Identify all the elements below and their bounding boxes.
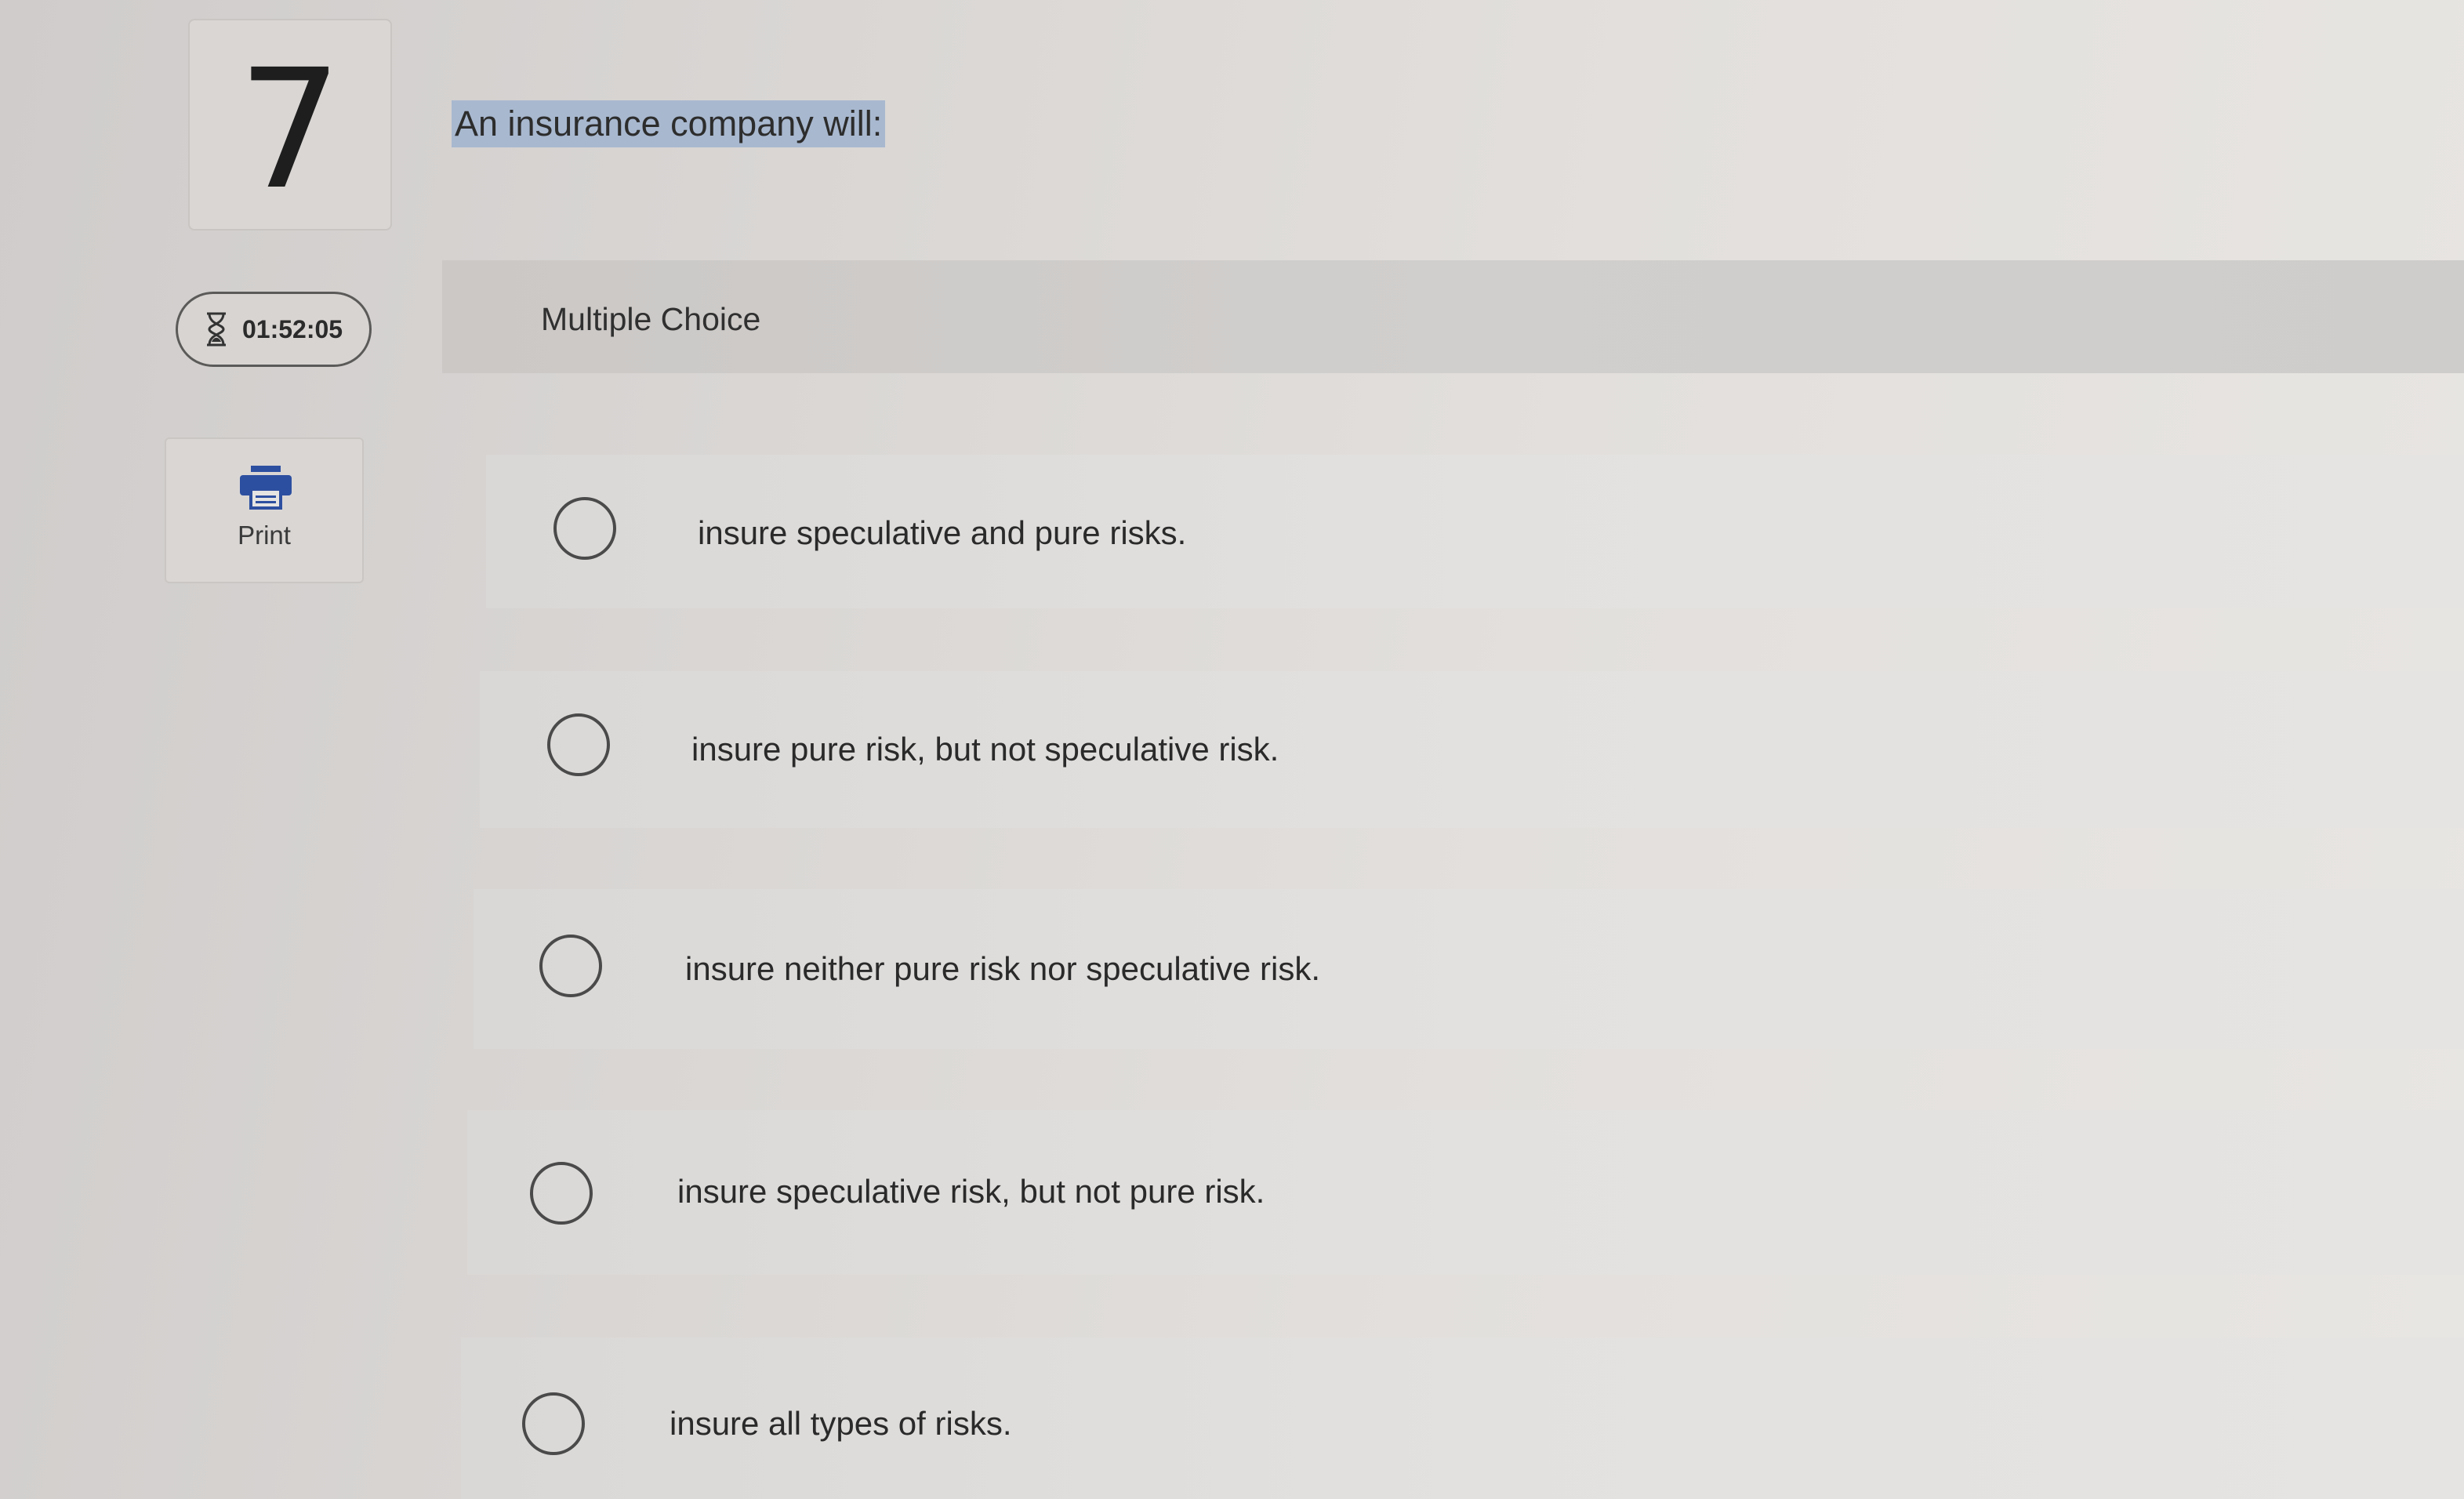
- question-number: 7: [238, 34, 343, 226]
- question-type-label: Multiple Choice: [541, 301, 761, 337]
- printer-icon: [238, 466, 293, 514]
- print-label: Print: [238, 521, 291, 550]
- timer-badge[interactable]: 01:52:05: [176, 292, 372, 367]
- radio-button[interactable]: [547, 713, 610, 776]
- answer-option[interactable]: insure pure risk, but not speculative ri…: [480, 671, 2464, 828]
- answer-option[interactable]: insure neither pure risk nor speculative…: [474, 889, 2464, 1049]
- answer-option[interactable]: insure speculative risk, but not pure ri…: [467, 1110, 2464, 1275]
- answer-option-text: insure speculative risk, but not pure ri…: [677, 1173, 1265, 1210]
- answer-option[interactable]: insure speculative and pure risks.: [486, 455, 2464, 608]
- radio-button[interactable]: [553, 497, 616, 560]
- question-number-box: 7: [188, 19, 392, 230]
- question-type-header: Multiple Choice: [442, 260, 2464, 373]
- answer-option-text: insure speculative and pure risks.: [698, 514, 1187, 551]
- answer-option-text: insure all types of risks.: [670, 1405, 1012, 1442]
- answer-option-text: insure neither pure risk nor speculative…: [685, 950, 1321, 987]
- answer-option[interactable]: insure all types of risks.: [461, 1337, 2464, 1499]
- print-button[interactable]: Print: [165, 437, 364, 583]
- question-text: An insurance company will:: [452, 100, 886, 147]
- answer-option-text: insure pure risk, but not speculative ri…: [691, 731, 1279, 768]
- radio-button[interactable]: [539, 935, 602, 997]
- hourglass-icon: [205, 312, 228, 347]
- timer-value: 01:52:05: [242, 314, 343, 343]
- radio-button[interactable]: [522, 1392, 585, 1455]
- radio-button[interactable]: [530, 1162, 593, 1225]
